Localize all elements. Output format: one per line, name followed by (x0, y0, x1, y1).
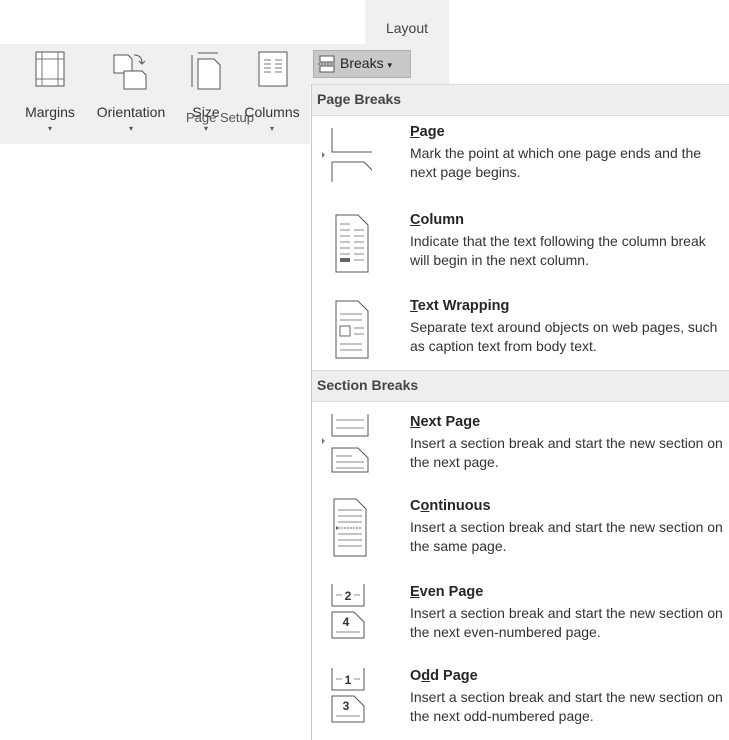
even-bottom-number: 4 (343, 615, 350, 629)
continuous-accel: o (420, 498, 430, 514)
page-setup-label: Page Setup (186, 110, 254, 125)
breaks-label: Breaks (340, 55, 384, 71)
page-title: age (419, 124, 445, 140)
text-wrapping-accel: T (410, 298, 418, 314)
column-break-icon (335, 214, 369, 273)
continuous-desc: Insert a section break and start the new… (410, 519, 723, 554)
even-page-icon: 2 4 (331, 584, 365, 639)
odd-page-desc: Insert a section break and start the new… (410, 689, 723, 724)
page-break-icon (322, 128, 372, 182)
margins-icon (35, 51, 65, 87)
menu-item-odd-page[interactable]: 1 3 Odd Page Insert a section break and … (312, 668, 729, 734)
breaks-menu: Page Breaks Page Mark the point at which… (311, 84, 729, 740)
next-page-title: ext Page (420, 414, 481, 430)
orientation-button[interactable]: Orientation ▾ (88, 44, 174, 144)
tab-layout-label: Layout (385, 20, 429, 36)
page-breaks-header: Page Breaks (312, 84, 729, 116)
odd-bottom-number: 3 (343, 699, 350, 713)
column-accel: C (410, 212, 421, 228)
margins-label: Margins (25, 104, 75, 120)
odd-top-number: 1 (345, 673, 352, 687)
menu-item-page[interactable]: Page Mark the point at which one page en… (312, 124, 729, 190)
text-wrapping-icon (335, 300, 369, 359)
next-page-accel: N (410, 414, 421, 430)
section-breaks-header-label: Section Breaks (317, 377, 419, 393)
columns-arrow-icon: ▾ (269, 124, 274, 133)
breaks-button[interactable]: Breaks ▾ (313, 50, 411, 78)
continuous-title-pre: C (410, 498, 421, 514)
menu-item-text-wrapping[interactable]: Text Wrapping Separate text around objec… (312, 298, 729, 364)
size-button[interactable]: Size ▾ (186, 44, 226, 144)
section-breaks-header: Section Breaks (312, 370, 729, 402)
text-wrapping-title: ext Wrapping (417, 298, 510, 314)
menu-item-even-page[interactable]: 2 4 Even Page Insert a section break and… (312, 584, 729, 650)
odd-page-icon: 1 3 (331, 668, 365, 723)
margins-arrow-icon: ▾ (47, 124, 52, 133)
even-top-number: 2 (345, 589, 352, 603)
odd-page-title-pre: O (410, 668, 422, 684)
columns-icon (258, 51, 288, 87)
page-breaks-header-label: Page Breaks (317, 91, 402, 107)
next-page-icon (322, 414, 369, 473)
column-title: olumn (420, 212, 464, 228)
page-setup-group: Margins ▾ Orientation ▾ Size ▾ Columns ▾ (0, 44, 310, 144)
menu-item-continuous[interactable]: Continuous Insert a section break and st… (312, 498, 729, 564)
orientation-icon (113, 54, 147, 90)
continuous-icon (333, 498, 367, 557)
menu-item-next-page[interactable]: Next Page Insert a section break and sta… (312, 414, 729, 480)
breaks-icon (318, 55, 336, 73)
orientation-arrow-icon: ▾ (128, 124, 133, 133)
odd-page-title: d Page (430, 668, 478, 684)
tab-layout[interactable]: Layout (365, 0, 449, 44)
size-icon (191, 52, 221, 90)
even-page-title: ven Page (419, 584, 484, 600)
text-wrapping-desc: Separate text around objects on web page… (410, 319, 718, 354)
even-page-desc: Insert a section break and start the new… (410, 605, 723, 640)
column-desc: Indicate that the text following the col… (410, 233, 706, 268)
next-page-desc: Insert a section break and start the new… (410, 435, 723, 470)
breaks-arrow-icon: ▾ (387, 60, 392, 70)
odd-page-accel: d (421, 668, 431, 684)
size-arrow-icon: ▾ (203, 124, 208, 133)
page-accel: P (410, 124, 420, 140)
columns-button[interactable]: Columns ▾ (236, 44, 308, 144)
continuous-title: ntinuous (429, 498, 491, 514)
menu-item-column[interactable]: Column Indicate that the text following … (312, 212, 729, 278)
page-desc: Mark the point at which one page ends an… (410, 145, 702, 180)
even-page-accel: E (410, 584, 420, 600)
margins-button[interactable]: Margins ▾ (18, 44, 82, 144)
